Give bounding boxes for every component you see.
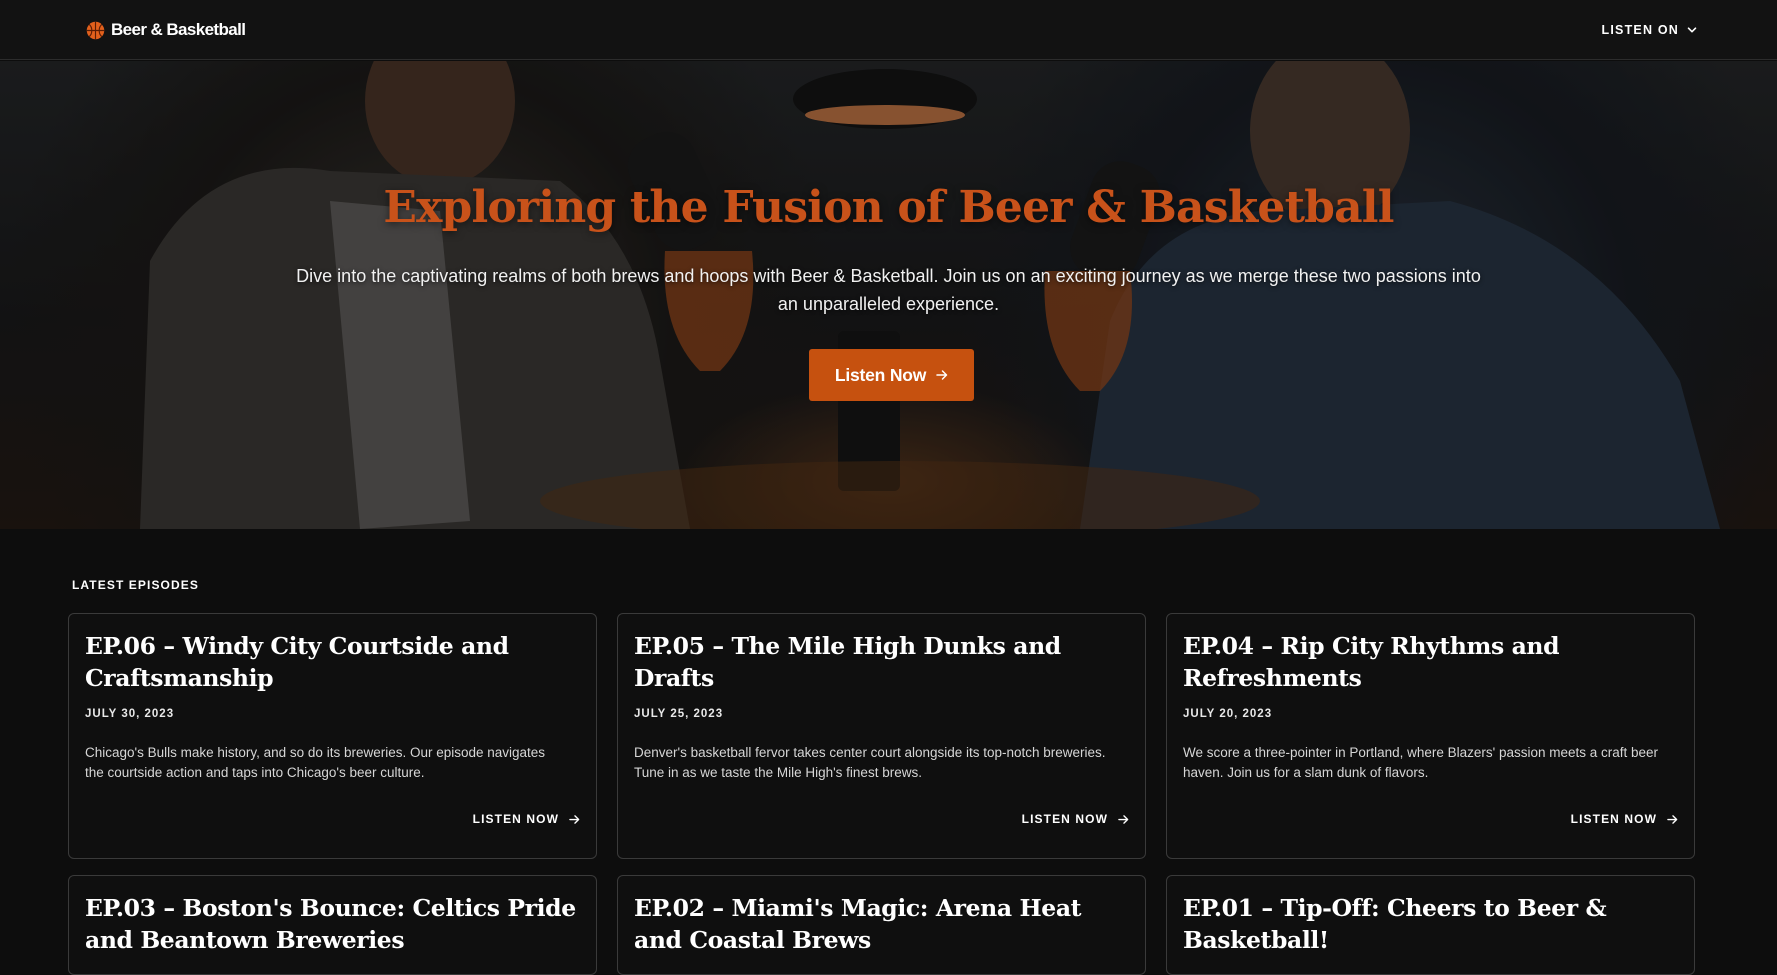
episode-card[interactable]: EP.05 – The Mile High Dunks and Drafts J… [617, 613, 1146, 859]
episode-listen-label: LISTEN NOW [1570, 812, 1657, 826]
episode-card[interactable]: EP.06 – Windy City Courtside and Craftsm… [68, 613, 597, 859]
episode-description: Denver's basketball fervor takes center … [634, 745, 1106, 780]
listen-now-label: Listen Now [834, 364, 927, 385]
episode-title[interactable]: EP.05 – The Mile High Dunks and Drafts [634, 630, 1129, 694]
episode-title[interactable]: EP.03 – Boston's Bounce: Celtics Pride a… [85, 892, 580, 956]
episode-title[interactable]: EP.04 – Rip City Rhythms and Refreshment… [1183, 630, 1678, 694]
episode-description: Chicago's Bulls make history, and so do … [85, 745, 546, 780]
arrow-right-icon [1667, 814, 1678, 824]
brand-name: Beer & Basketball [111, 20, 246, 39]
episode-date: JULY 30, 2023 [85, 708, 175, 720]
episode-title[interactable]: EP.06 – Windy City Courtside and Craftsm… [85, 630, 580, 694]
episode-listen-now-link[interactable]: LISTEN NOW [473, 812, 580, 826]
episode-description: We score a three-pointer in Portland, wh… [1183, 745, 1659, 780]
chevron-down-icon [1687, 27, 1697, 33]
listen-on-dropdown[interactable]: LISTEN ON [1602, 20, 1697, 40]
episode-date: JULY 25, 2023 [634, 708, 724, 720]
episode-title[interactable]: EP.02 – Miami's Magic: Arena Heat and Co… [634, 892, 1129, 956]
arrow-right-icon [936, 370, 948, 380]
episode-listen-label: LISTEN NOW [472, 812, 559, 826]
episode-card[interactable]: EP.03 – Boston's Bounce: Celtics Pride a… [68, 875, 597, 975]
episode-title[interactable]: EP.01 – Tip-Off: Cheers to Beer & Basket… [1183, 892, 1678, 956]
brand-link[interactable]: Beer & Basketball [86, 18, 246, 42]
hero-title: Exploring the Fusion of Beer & Basketbal… [383, 182, 1394, 233]
arrow-right-icon [569, 814, 580, 824]
episode-card[interactable]: EP.01 – Tip-Off: Cheers to Beer & Basket… [1166, 875, 1695, 975]
episode-listen-now-link[interactable]: LISTEN NOW [1571, 812, 1678, 826]
episode-date: JULY 20, 2023 [1183, 708, 1273, 720]
latest-episodes-heading: LATEST EPISODES [72, 578, 199, 592]
episode-listen-label: LISTEN NOW [1021, 812, 1108, 826]
listen-on-label: LISTEN ON [1601, 23, 1679, 37]
hero-subtitle: Dive into the captivating realms of both… [296, 266, 1481, 314]
episode-card[interactable]: EP.04 – Rip City Rhythms and Refreshment… [1166, 613, 1695, 859]
listen-now-button[interactable]: Listen Now [809, 349, 974, 401]
arrow-right-icon [1118, 814, 1129, 824]
episode-listen-now-link[interactable]: LISTEN NOW [1022, 812, 1129, 826]
site-header: Beer & Basketball LISTEN ON [0, 0, 1777, 60]
episode-card[interactable]: EP.02 – Miami's Magic: Arena Heat and Co… [617, 875, 1146, 975]
basketball-icon [86, 21, 105, 39]
hero-section: Exploring the Fusion of Beer & Basketbal… [0, 61, 1777, 529]
